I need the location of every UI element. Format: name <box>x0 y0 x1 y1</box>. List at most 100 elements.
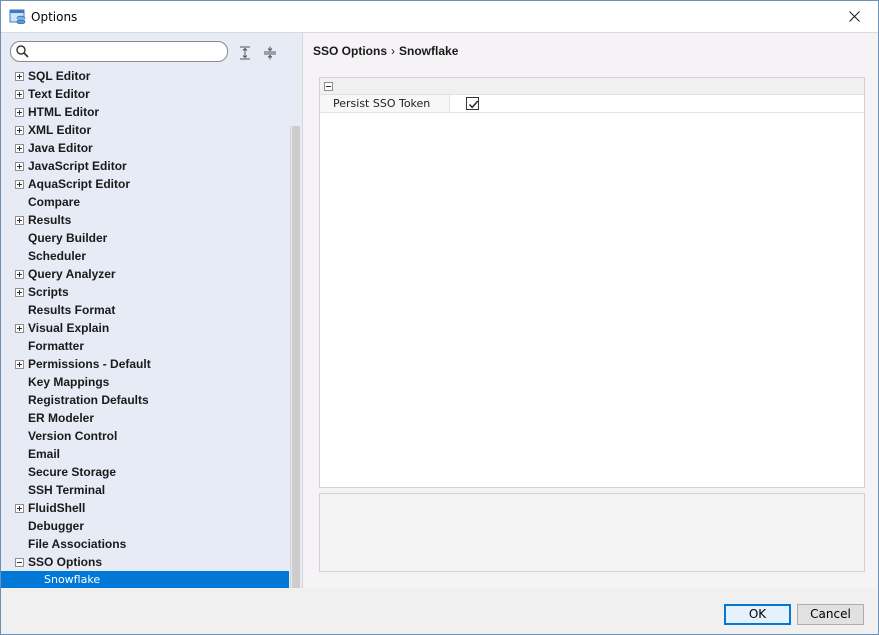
tree-item-label: Scheduler <box>28 249 87 263</box>
property-grid: Persist SSO Token <box>319 77 865 488</box>
tree-item-label: AquaScript Editor <box>28 177 131 191</box>
tree-item-compare[interactable]: Compare <box>1 193 289 211</box>
tree-item-label: Version Control <box>28 429 118 443</box>
tree-item-query-analyzer[interactable]: Query Analyzer <box>1 265 289 283</box>
tree-item-scheduler[interactable]: Scheduler <box>1 247 289 265</box>
tree-scrollbar[interactable] <box>290 126 301 588</box>
tree-item-fluidshell[interactable]: FluidShell <box>1 499 289 517</box>
expand-icon[interactable] <box>15 360 24 369</box>
tree-item-xml-editor[interactable]: XML Editor <box>1 121 289 139</box>
tree-item-javascript-editor[interactable]: JavaScript Editor <box>1 157 289 175</box>
tree-item-key-mappings[interactable]: Key Mappings <box>1 373 289 391</box>
tree-item-results-format[interactable]: Results Format <box>1 301 289 319</box>
tree-item-registration-defaults[interactable]: Registration Defaults <box>1 391 289 409</box>
expand-icon[interactable] <box>15 180 24 189</box>
tree-item-file-associations[interactable]: File Associations <box>1 535 289 553</box>
tree-item-label: SSO Options <box>28 555 103 569</box>
property-row[interactable]: Persist SSO Token <box>320 95 864 113</box>
tree-item-query-builder[interactable]: Query Builder <box>1 229 289 247</box>
search-icon <box>16 45 29 58</box>
expand-icon[interactable] <box>15 324 24 333</box>
tree-item-label: JavaScript Editor <box>28 159 127 173</box>
breadcrumb-current: Snowflake <box>399 44 459 58</box>
tree-item-label: SQL Editor <box>28 69 91 83</box>
expand-icon[interactable] <box>15 144 24 153</box>
tree-item-scripts[interactable]: Scripts <box>1 283 289 301</box>
dialog-button-bar: OK Cancel <box>1 588 878 634</box>
tree-item-er-modeler[interactable]: ER Modeler <box>1 409 289 427</box>
tree-item-label: ER Modeler <box>28 411 95 425</box>
tree-item-label: HTML Editor <box>28 105 100 119</box>
tree-item-ssh-terminal[interactable]: SSH Terminal <box>1 481 289 499</box>
tree-item-permissions-default[interactable]: Permissions - Default <box>1 355 289 373</box>
expand-icon[interactable] <box>15 216 24 225</box>
tree-item-results[interactable]: Results <box>1 211 289 229</box>
expand-icon[interactable] <box>15 270 24 279</box>
tree-item-debugger[interactable]: Debugger <box>1 517 289 535</box>
tree-item-sql-editor[interactable]: SQL Editor <box>1 69 289 85</box>
tree-item-label: Java Editor <box>28 141 93 155</box>
close-icon <box>849 11 860 22</box>
tree-item-aquascript-editor[interactable]: AquaScript Editor <box>1 175 289 193</box>
options-tree-list: SQL Editor Text Editor HTML Editor XML Edit… <box>1 69 289 588</box>
tree-item-label: Scripts <box>28 285 69 299</box>
tree-item-html-editor[interactable]: HTML Editor <box>1 103 289 121</box>
collapse-all-icon <box>264 46 276 60</box>
tree-item-version-control[interactable]: Version Control <box>1 427 289 445</box>
collapse-all-button[interactable] <box>263 46 277 60</box>
persist-sso-token-checkbox[interactable] <box>466 97 479 110</box>
checkmark-icon <box>468 100 479 109</box>
collapse-icon[interactable] <box>15 558 24 567</box>
title-bar: Options <box>1 1 878 32</box>
tree-item-label: Query Builder <box>28 231 108 245</box>
expand-icon[interactable] <box>15 162 24 171</box>
expand-icon[interactable] <box>15 504 24 513</box>
tree-item-label: Formatter <box>28 339 85 353</box>
expand-all-button[interactable] <box>238 46 252 60</box>
expand-icon[interactable] <box>15 72 24 81</box>
close-button[interactable] <box>832 1 878 32</box>
tree-item-java-editor[interactable]: Java Editor <box>1 139 289 157</box>
tree-item-visual-explain[interactable]: Visual Explain <box>1 319 289 337</box>
options-tree: SQL Editor Text Editor HTML Editor XML Edit… <box>1 69 289 588</box>
collapse-group-icon[interactable] <box>324 82 333 91</box>
property-value <box>451 95 864 112</box>
ok-button[interactable]: OK <box>724 604 791 625</box>
tree-item-label: Key Mappings <box>28 375 110 389</box>
tree-item-label: Email <box>28 447 61 461</box>
property-name: Persist SSO Token <box>320 95 450 112</box>
expand-icon[interactable] <box>15 90 24 99</box>
property-description-box <box>319 493 865 572</box>
tree-item-label: Secure Storage <box>28 465 117 479</box>
tree-item-snowflake[interactable]: Snowflake <box>1 571 289 588</box>
tree-item-formatter[interactable]: Formatter <box>1 337 289 355</box>
tree-item-label: Snowflake <box>44 573 101 586</box>
expand-icon[interactable] <box>15 108 24 117</box>
search-input[interactable] <box>33 43 223 60</box>
tree-item-label: Debugger <box>28 519 85 533</box>
tree-item-label: File Associations <box>28 537 127 551</box>
window-title: Options <box>31 10 78 24</box>
tree-item-label: FluidShell <box>28 501 86 515</box>
search-box[interactable] <box>10 41 228 62</box>
breadcrumb-separator: › <box>391 44 396 58</box>
tree-item-sso-options[interactable]: SSO Options <box>1 553 289 571</box>
tree-item-label: Results Format <box>28 303 116 317</box>
tree-item-label: Registration Defaults <box>28 393 149 407</box>
options-navigation-panel: SQL Editor Text Editor HTML Editor XML Edit… <box>1 32 302 588</box>
tree-item-label: XML Editor <box>28 123 92 137</box>
tree-item-label: Compare <box>28 195 81 209</box>
tree-scrollbar-thumb[interactable] <box>292 126 300 588</box>
tree-item-label: Results <box>28 213 72 227</box>
options-dialog: Options SQL Editor Text Editor HTML Edit… <box>0 0 879 635</box>
tree-item-text-editor[interactable]: Text Editor <box>1 85 289 103</box>
app-icon <box>9 8 27 25</box>
tree-item-email[interactable]: Email <box>1 445 289 463</box>
expand-icon[interactable] <box>15 126 24 135</box>
options-content-panel: SSO Options › Snowflake Persist SSO Token <box>302 32 878 588</box>
expand-icon[interactable] <box>15 288 24 297</box>
tree-item-secure-storage[interactable]: Secure Storage <box>1 463 289 481</box>
tree-item-label: Query Analyzer <box>28 267 116 281</box>
cancel-button[interactable]: Cancel <box>797 604 864 625</box>
tree-item-label: SSH Terminal <box>28 483 106 497</box>
